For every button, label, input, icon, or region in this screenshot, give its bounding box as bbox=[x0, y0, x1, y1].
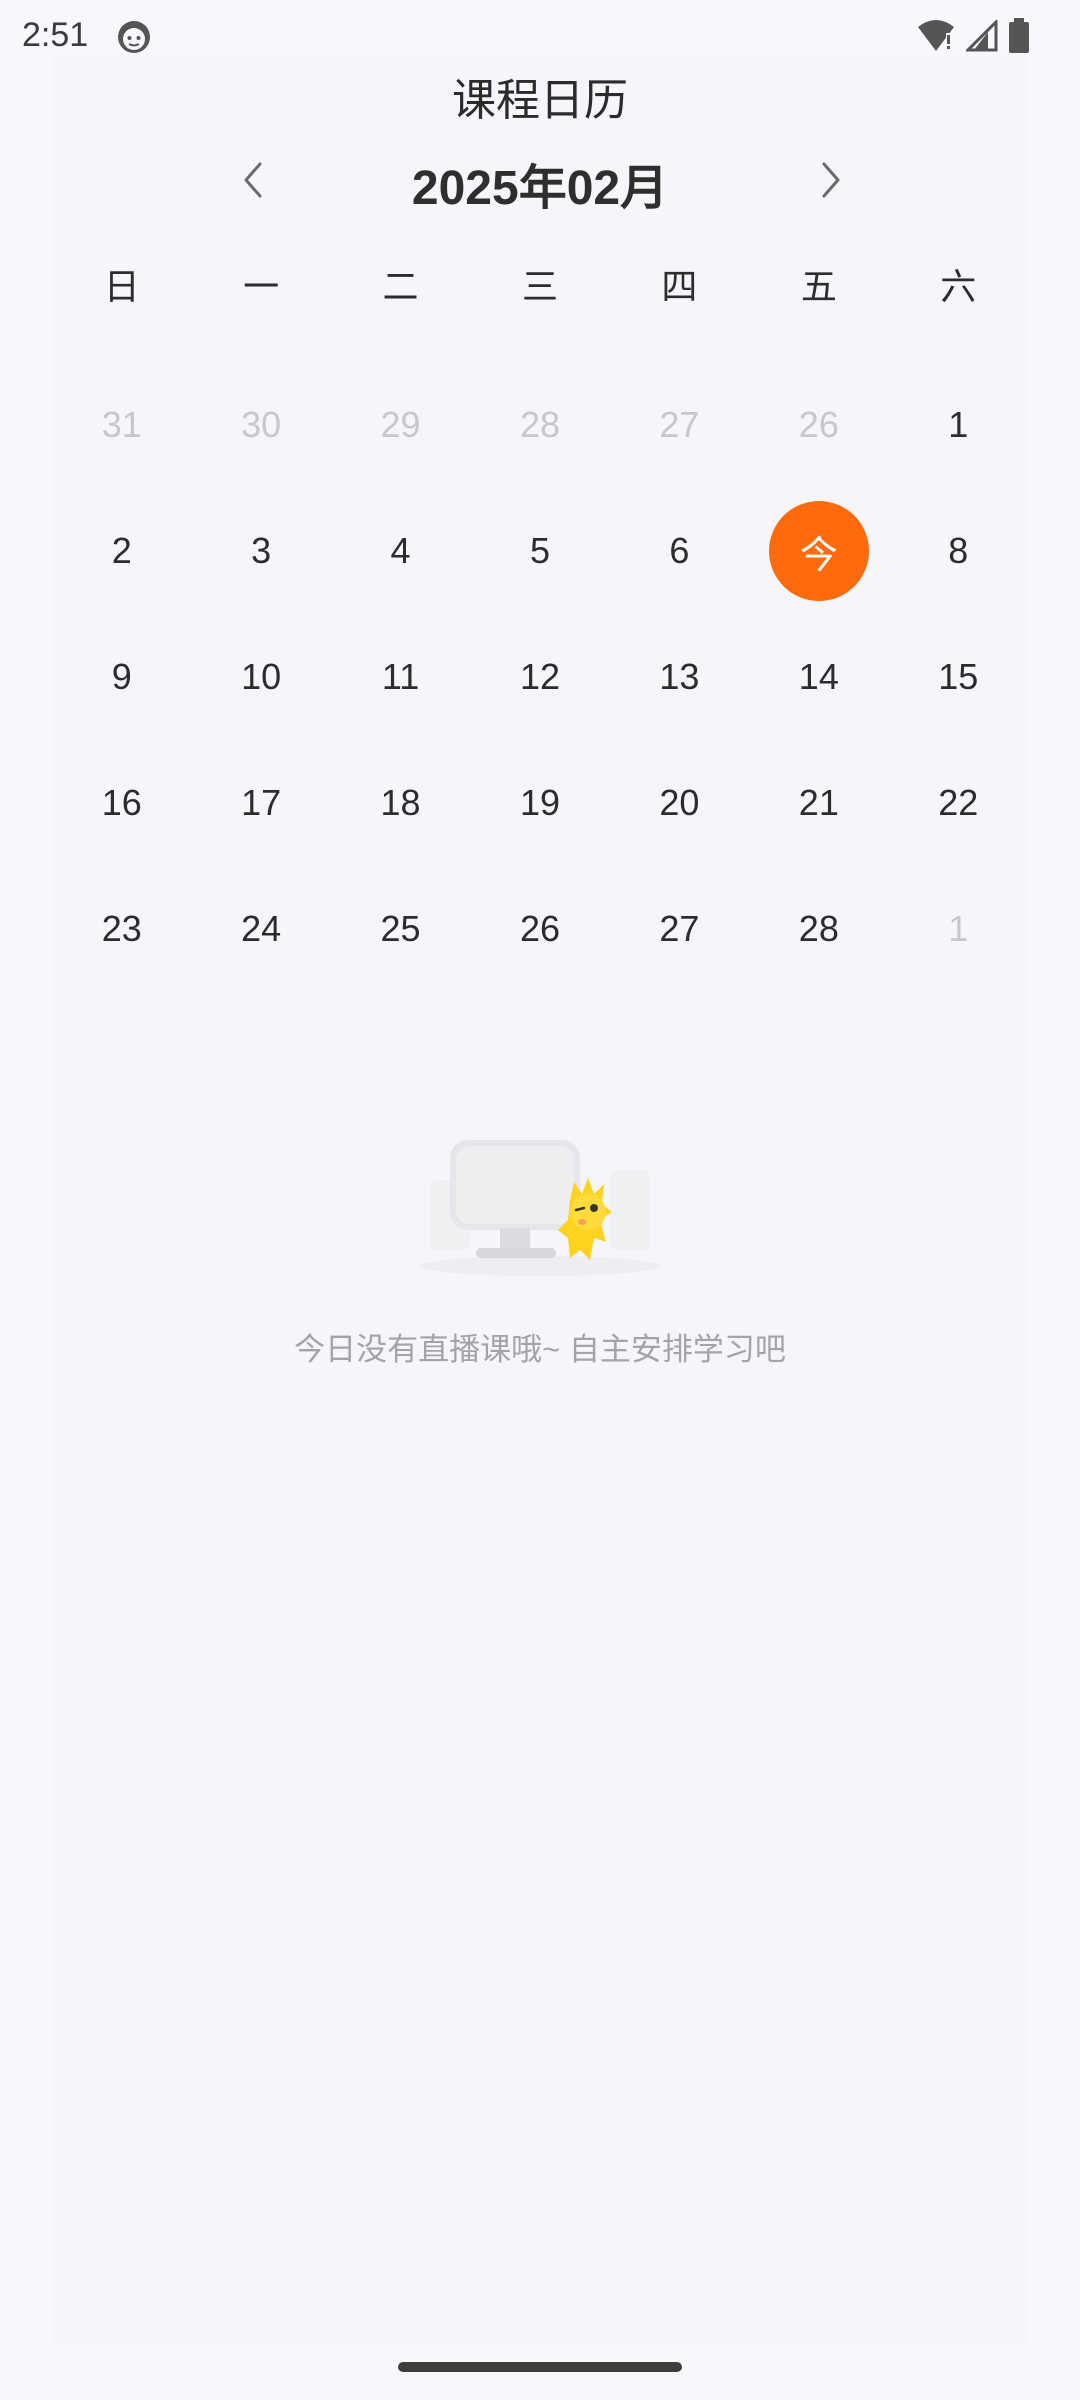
calendar-day[interactable]: 22 bbox=[889, 740, 1028, 866]
calendar-day[interactable]: 1 bbox=[889, 362, 1028, 488]
calendar-week-row: 23456今8 bbox=[52, 488, 1028, 614]
weekday-header: 日 一 二 三 四 五 六 bbox=[52, 258, 1028, 314]
empty-state-illustration bbox=[390, 1120, 690, 1280]
calendar-day-other-month[interactable]: 26 bbox=[749, 362, 888, 488]
screen: 2:51 课程日历 2025年02月 日 一 二 三 四 五 六 31 30 2… bbox=[0, 0, 1080, 2400]
calendar-day[interactable]: 21 bbox=[749, 740, 888, 866]
calendar-day[interactable]: 11 bbox=[331, 614, 470, 740]
home-indicator[interactable] bbox=[398, 2362, 682, 2372]
calendar-day[interactable]: 9 bbox=[52, 614, 191, 740]
calendar-day-other-month[interactable]: 29 bbox=[331, 362, 470, 488]
calendar-day-today[interactable]: 今 bbox=[749, 488, 888, 614]
calendar-day-other-month[interactable]: 31 bbox=[52, 362, 191, 488]
calendar-day[interactable]: 14 bbox=[749, 614, 888, 740]
wifi-icon bbox=[916, 19, 956, 53]
calendar-week-row: 31 30 29 28 27 26 1 bbox=[52, 362, 1028, 488]
app-notification-icon bbox=[116, 18, 152, 54]
weekday-sat: 六 bbox=[940, 266, 977, 307]
battery-icon bbox=[1008, 18, 1030, 54]
calendar-day[interactable]: 4 bbox=[331, 488, 470, 614]
today-badge: 今 bbox=[768, 501, 869, 601]
empty-state-message: 今日没有直播课哦~ 自主安排学习吧 bbox=[294, 1332, 786, 1367]
status-time: 2:51 bbox=[22, 16, 89, 54]
calendar-day[interactable]: 3 bbox=[191, 488, 330, 614]
calendar-day[interactable]: 5 bbox=[470, 488, 609, 614]
calendar-day[interactable]: 6 bbox=[610, 488, 749, 614]
weekday-wed: 三 bbox=[521, 266, 558, 307]
weekday-tue: 二 bbox=[382, 266, 419, 307]
calendar-day[interactable]: 13 bbox=[610, 614, 749, 740]
calendar-day-other-month[interactable]: 27 bbox=[610, 362, 749, 488]
calendar-day-other-month[interactable]: 1 bbox=[889, 866, 1028, 992]
weekday-fri: 五 bbox=[800, 266, 837, 307]
calendar-day[interactable]: 25 bbox=[331, 866, 470, 992]
next-month-button[interactable] bbox=[802, 152, 858, 208]
calendar-grid: 31 30 29 28 27 26 1 2 3 4 5 6 今 8 9 10 11 12 13 14 15 16 17 18 1… bbox=[52, 362, 1028, 992]
calendar-day[interactable]: 17 bbox=[191, 740, 330, 866]
calendar-day-other-month[interactable]: 28 bbox=[470, 362, 609, 488]
calendar-day[interactable]: 27 bbox=[610, 866, 749, 992]
calendar-day[interactable]: 26 bbox=[470, 866, 609, 992]
calendar-day[interactable]: 15 bbox=[889, 614, 1028, 740]
weekday-sun: 日 bbox=[103, 266, 140, 307]
calendar-day[interactable]: 16 bbox=[52, 740, 191, 866]
calendar-day[interactable]: 20 bbox=[610, 740, 749, 866]
calendar-day[interactable]: 28 bbox=[749, 866, 888, 992]
calendar-day-other-month[interactable]: 30 bbox=[191, 362, 330, 488]
weekday-thu: 四 bbox=[661, 266, 698, 307]
calendar-week-row: 16 17 18 19 20 21 22 bbox=[52, 740, 1028, 866]
weekday-mon: 一 bbox=[243, 266, 280, 307]
month-navigation: 2025年02月 bbox=[0, 140, 1080, 220]
calendar-day[interactable]: 19 bbox=[470, 740, 609, 866]
month-label: 2025年02月 bbox=[411, 162, 669, 215]
calendar-week-row: 23 24 25 26 27 28 1 bbox=[52, 866, 1028, 992]
status-icons bbox=[916, 16, 1030, 56]
calendar-day[interactable]: 2 bbox=[52, 488, 191, 614]
calendar-day[interactable]: 18 bbox=[331, 740, 470, 866]
calendar-day[interactable]: 23 bbox=[52, 866, 191, 992]
chevron-right-icon bbox=[822, 162, 840, 198]
calendar-day[interactable]: 10 bbox=[191, 614, 330, 740]
calendar-week-row: 9 10 11 12 13 14 15 bbox=[52, 614, 1028, 740]
calendar-day[interactable]: 24 bbox=[191, 866, 330, 992]
page-title: 课程日历 bbox=[452, 76, 628, 125]
signal-icon bbox=[966, 20, 998, 52]
calendar-day[interactable]: 8 bbox=[889, 488, 1028, 614]
calendar-day[interactable]: 12 bbox=[470, 614, 609, 740]
